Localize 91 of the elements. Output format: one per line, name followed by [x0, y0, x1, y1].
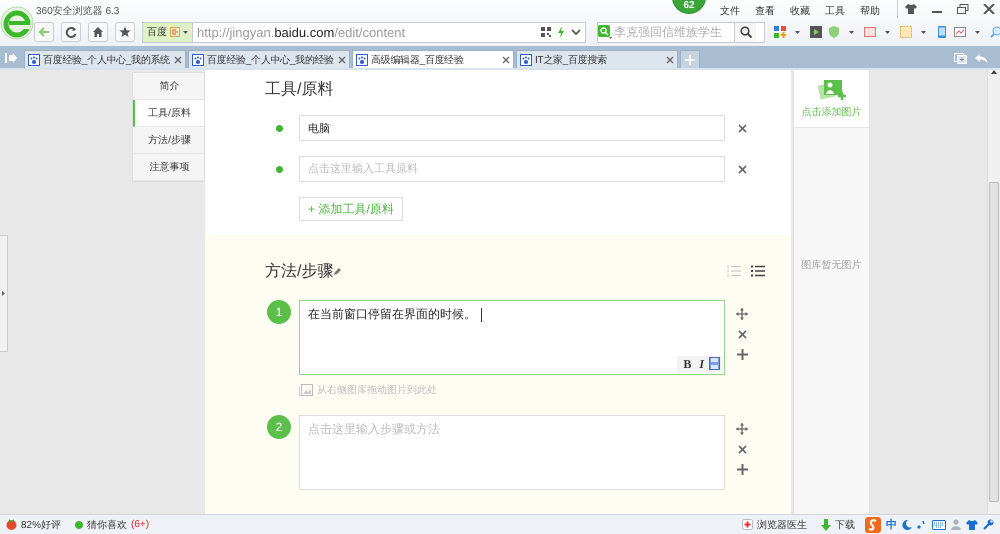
step-field[interactable]: 在当前窗口停留在界面的时候。 B I	[299, 300, 725, 375]
new-window-icon[interactable]	[954, 52, 967, 64]
close-icon[interactable]	[738, 330, 746, 339]
star-icon[interactable]	[119, 26, 131, 38]
browser-tab[interactable]: 百度经验_个人中心_我的经验	[188, 50, 350, 68]
menu-item[interactable]: 帮助	[860, 4, 880, 18]
menu-item[interactable]: 工具	[825, 4, 845, 18]
caret-icon	[183, 30, 188, 34]
play-icon[interactable]	[810, 26, 822, 38]
section-heading: 工具/原料	[265, 80, 334, 100]
collapse-handle[interactable]	[0, 235, 8, 352]
recommend-count: (6+)	[131, 519, 150, 530]
save-icon[interactable]	[709, 357, 720, 370]
refresh-icon[interactable]	[65, 26, 77, 38]
rating-text[interactable]: 82%好评	[21, 518, 62, 532]
search-field[interactable]: 李克强回信维族学生	[597, 22, 765, 42]
plus-icon[interactable]	[736, 464, 748, 475]
certificate-icon	[170, 27, 180, 37]
bullet-icon	[276, 124, 282, 132]
menu-item[interactable]: 查看	[755, 4, 775, 18]
search-engine-selector[interactable]: 百度	[143, 22, 193, 42]
paw-icon	[356, 54, 368, 66]
bullet-list-icon[interactable]	[751, 265, 765, 277]
move-icon[interactable]	[736, 308, 748, 320]
input-mode-toggle[interactable]: 中	[886, 517, 897, 532]
punctuation-icon[interactable]	[917, 520, 927, 530]
url-text: http://jingyan.baidu.com/edit/content	[196, 24, 406, 40]
sidebar-item[interactable]: 方法/步骤	[132, 127, 204, 154]
format-button[interactable]: I	[696, 357, 707, 372]
app-grid-icon[interactable]	[774, 26, 786, 38]
window-title: 360安全浏览器 6.3	[36, 4, 120, 18]
ime-logo-icon[interactable]	[865, 516, 881, 532]
recommend-link[interactable]: 猜你喜欢	[87, 518, 128, 532]
close-icon[interactable]	[174, 56, 182, 64]
sidebar-item[interactable]: 注意事项	[132, 154, 204, 181]
restore-icon[interactable]	[957, 4, 969, 14]
browser-tab[interactable]: 高级编辑器_百度经验	[352, 50, 514, 68]
close-icon[interactable]	[338, 56, 346, 64]
home-icon[interactable]	[92, 26, 104, 38]
caret-icon	[2, 291, 5, 296]
close-icon[interactable]	[738, 124, 746, 132]
tomato-icon	[6, 519, 17, 530]
address-bar[interactable]: 百度 http://jingyan.baidu.com/edit/content	[142, 22, 586, 42]
close-icon[interactable]	[666, 56, 674, 64]
lightning-icon[interactable]	[557, 26, 565, 38]
move-icon[interactable]	[736, 423, 748, 435]
plus-icon[interactable]	[736, 349, 748, 360]
add-picture-icon	[818, 78, 846, 102]
moon-icon[interactable]	[902, 520, 912, 530]
menu-item[interactable]: 收藏	[790, 4, 810, 18]
format-button[interactable]: B	[680, 357, 694, 372]
keyboard-icon[interactable]	[932, 520, 946, 530]
wrench-icon[interactable]	[983, 519, 994, 530]
qr-code-icon[interactable]	[541, 27, 551, 37]
download-icon	[821, 518, 831, 530]
browser-tab[interactable]: 百度经验_个人中心_我的系统	[24, 50, 186, 68]
drag-hint: 从右侧图库拖动图片到此处	[317, 384, 437, 397]
empty-gallery-note: 图库暂无图片	[800, 258, 862, 272]
scrollbar[interactable]	[987, 70, 1000, 514]
medical-kit-icon	[742, 519, 753, 530]
paw-icon	[520, 54, 532, 66]
doctor-link[interactable]: 浏览器医生	[757, 518, 807, 532]
step-number: 2	[267, 415, 291, 439]
scroll-thumb[interactable]	[989, 182, 999, 502]
search-icon[interactable]	[740, 26, 752, 38]
browser-tab[interactable]: IT之家_百度搜索	[516, 50, 678, 68]
paw-icon	[192, 54, 204, 66]
status-dot-icon	[75, 520, 84, 528]
sidebar-item[interactable]: 工具/原料	[132, 100, 204, 127]
close-icon[interactable]	[738, 164, 746, 174]
step-number: 1	[267, 300, 291, 324]
sidebar-toggle-icon[interactable]	[5, 53, 17, 63]
paw-icon	[28, 54, 40, 66]
phone-icon[interactable]	[936, 26, 948, 38]
input-field[interactable]: 点击这里输入工具原料	[299, 156, 725, 182]
close-icon[interactable]	[502, 56, 510, 64]
search-engine-icon[interactable]	[598, 25, 612, 39]
pencil-icon[interactable]	[333, 266, 342, 276]
section-heading: 方法/步骤	[265, 262, 334, 282]
shirt-icon[interactable]	[905, 4, 917, 14]
chevron-down-icon[interactable]	[571, 29, 581, 35]
menu-item[interactable]: 文件	[720, 4, 740, 18]
close-icon[interactable]	[983, 4, 995, 14]
zoom-icon[interactable]	[990, 26, 1000, 38]
close-icon[interactable]	[738, 445, 746, 454]
download-link[interactable]: 下载	[835, 518, 855, 532]
bullet-icon	[276, 166, 282, 172]
shirt-icon[interactable]	[966, 520, 978, 530]
image-icon	[299, 384, 313, 396]
input-field[interactable]: 电脑	[299, 115, 725, 141]
browser-logo-icon	[0, 6, 34, 40]
